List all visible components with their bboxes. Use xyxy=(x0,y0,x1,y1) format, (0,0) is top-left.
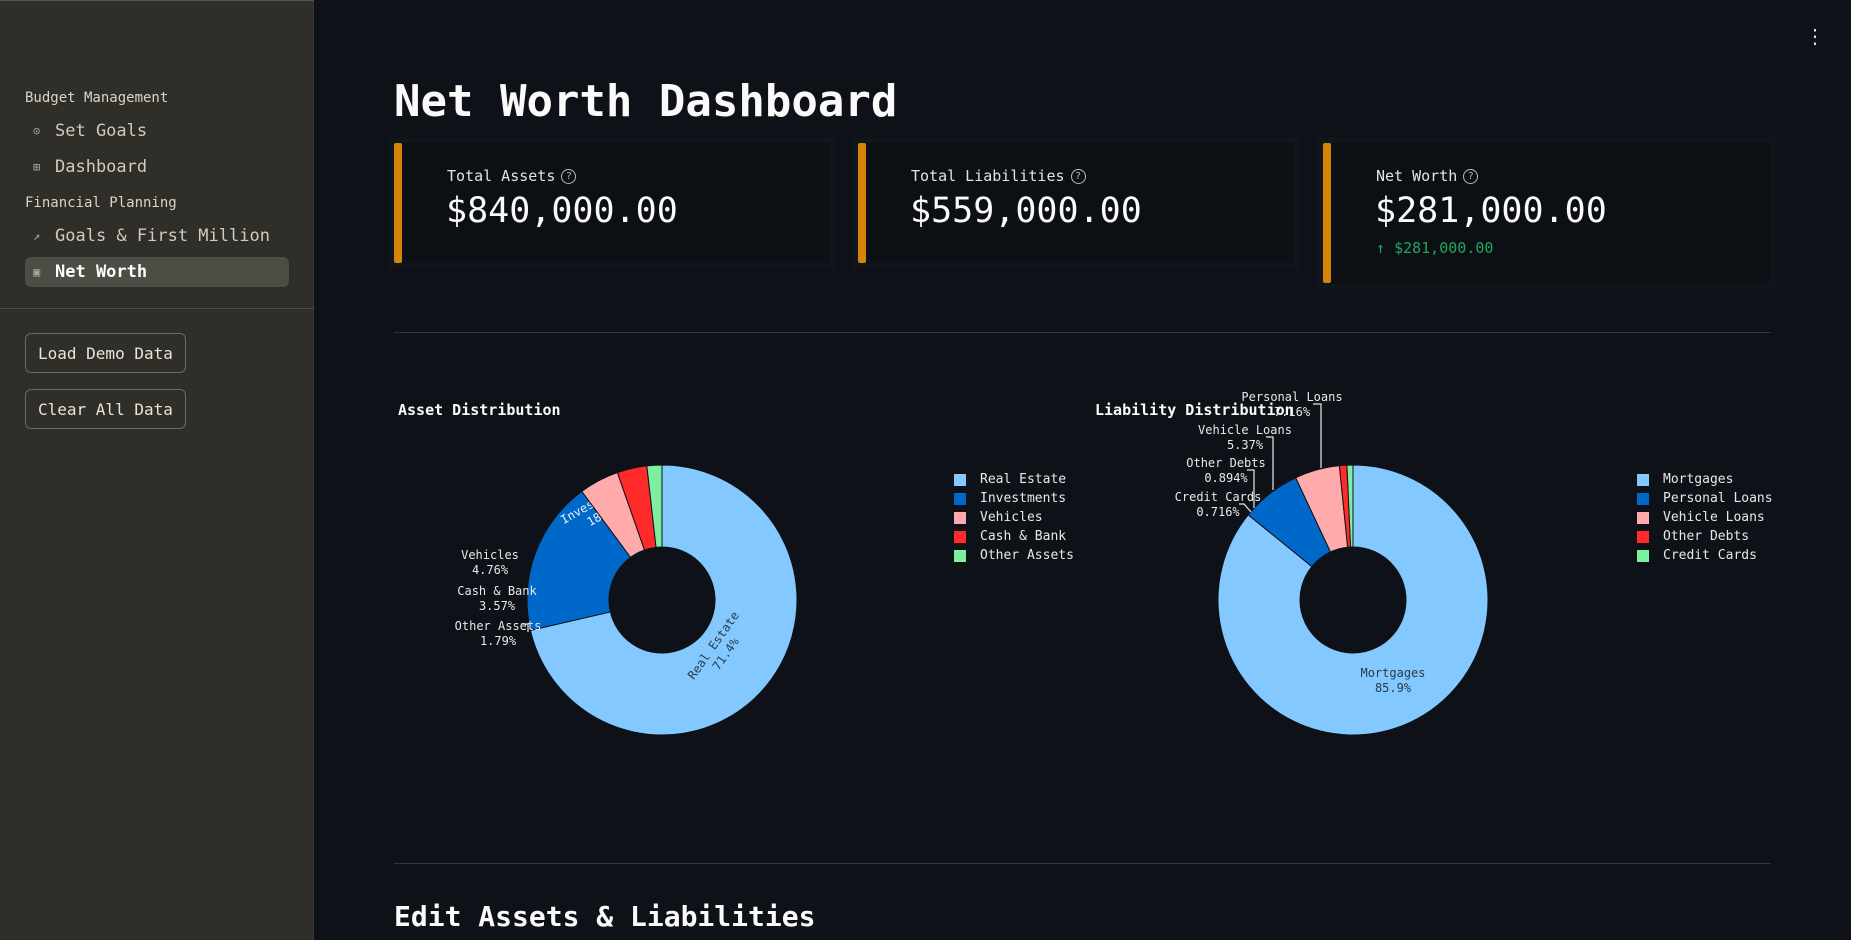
slice-label-percent: 1.79% xyxy=(480,634,517,648)
slice-label-name: Personal Loans xyxy=(1241,390,1342,404)
legend-label: Mortgages xyxy=(1663,472,1734,487)
legend-item[interactable]: Credit Cards xyxy=(1637,546,1773,565)
slice-label: Cash & Bank3.57% xyxy=(457,584,537,613)
legend-swatch xyxy=(954,492,966,505)
slice-label: Other Assets1.79% xyxy=(455,619,542,648)
legend-item[interactable]: Cash & Bank xyxy=(954,527,1074,546)
slice-label: Vehicle Loans5.37% xyxy=(1198,423,1292,452)
legend-item[interactable]: Personal Loans xyxy=(1637,489,1773,508)
legend-item[interactable]: Vehicles xyxy=(954,508,1074,527)
legend-swatch xyxy=(1637,530,1649,543)
legend-label: Credit Cards xyxy=(1663,548,1757,563)
slice-label: Vehicles4.76% xyxy=(461,548,519,577)
legend-item[interactable]: Real Estate xyxy=(954,470,1074,489)
legend-item[interactable]: Investments xyxy=(954,489,1074,508)
legend-swatch xyxy=(954,473,966,486)
slice-label-percent: 0.894% xyxy=(1204,471,1248,485)
legend-swatch xyxy=(954,511,966,524)
legend-item[interactable]: Other Assets xyxy=(954,546,1074,565)
slice-label: Personal Loans7.16% xyxy=(1241,390,1342,419)
legend-item[interactable]: Vehicle Loans xyxy=(1637,508,1773,527)
legend-swatch xyxy=(1637,549,1649,562)
asset-legend: Real Estate Investments Vehicles Cash & Ban… xyxy=(954,470,1074,565)
slice-label-name: Vehicles xyxy=(461,548,519,562)
legend-label: Cash & Bank xyxy=(980,529,1067,544)
slice-label-name: Credit Cards xyxy=(1175,490,1262,504)
legend-item[interactable]: Other Debts xyxy=(1637,527,1773,546)
legend-swatch xyxy=(954,530,966,543)
legend-label: Other Debts xyxy=(1663,529,1750,544)
legend-label: Other Assets xyxy=(980,548,1074,563)
legend-label: Investments xyxy=(980,491,1067,506)
slice-label-name: Other Debts xyxy=(1186,456,1265,470)
slice-label-percent: 4.76% xyxy=(472,563,509,577)
label-leader-line xyxy=(1239,503,1252,513)
slice-label-name: Vehicle Loans xyxy=(1198,423,1292,437)
legend-item[interactable]: Mortgages xyxy=(1637,470,1773,489)
divider xyxy=(394,863,1771,864)
legend-label: Personal Loans xyxy=(1663,491,1773,506)
slice-label-percent: 7.16% xyxy=(1274,405,1311,419)
legend-label: Real Estate xyxy=(980,472,1067,487)
slice-label-percent: 3.57% xyxy=(479,599,516,613)
legend-swatch xyxy=(1637,511,1649,524)
legend-label: Vehicles xyxy=(980,510,1043,525)
section-title: Edit Assets & Liabilities xyxy=(394,900,816,933)
legend-swatch xyxy=(1637,492,1649,505)
legend-swatch xyxy=(954,549,966,562)
slice-label-percent: 0.716% xyxy=(1196,505,1240,519)
legend-swatch xyxy=(1637,473,1649,486)
label-leader-line xyxy=(1313,403,1322,468)
label-leader-line xyxy=(1266,436,1274,490)
slice-label-name: Mortgages xyxy=(1360,666,1425,680)
slice-label-percent: 5.37% xyxy=(1227,438,1264,452)
slice-label-percent: 85.9% xyxy=(1375,681,1412,695)
charts-canvas: Real Estate71.4%Investments18.5%Vehicles… xyxy=(455,390,1489,736)
liability-legend: Mortgages Personal Loans Vehicle Loans Othe… xyxy=(1637,470,1773,565)
legend-label: Vehicle Loans xyxy=(1663,510,1765,525)
slice-label-name: Cash & Bank xyxy=(457,584,537,598)
